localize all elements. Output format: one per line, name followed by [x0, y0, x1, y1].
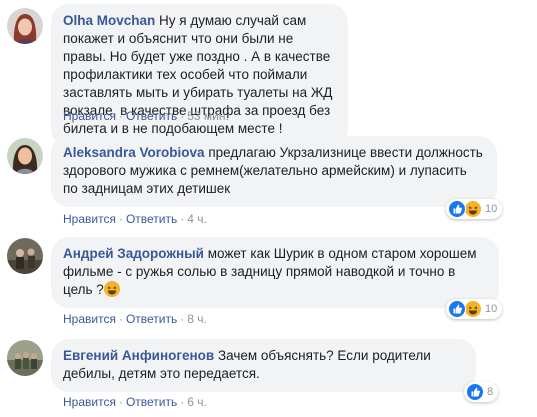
- timestamp[interactable]: 6 ч.: [187, 395, 207, 409]
- reply-link[interactable]: Ответить: [126, 395, 177, 409]
- timestamp[interactable]: 53 мин.: [187, 109, 229, 123]
- comment-bubble: Aleksandra Vorobiova предлагаю Укрзализн…: [51, 136, 497, 207]
- separator: ·: [180, 395, 185, 409]
- reactions-summary[interactable]: 10: [446, 199, 503, 219]
- avatar-image: [7, 238, 43, 274]
- separator: ·: [118, 212, 123, 226]
- avatar[interactable]: [7, 138, 43, 174]
- separator: ·: [118, 312, 123, 326]
- reply-link[interactable]: Ответить: [126, 109, 177, 123]
- reaction-count: 8: [487, 386, 494, 398]
- like-reaction-icon: [448, 300, 466, 318]
- reaction-count: 10: [485, 203, 498, 215]
- separator: ·: [180, 109, 185, 123]
- separator: ·: [118, 395, 123, 409]
- avatar-image: [7, 8, 43, 44]
- timestamp[interactable]: 8 ч.: [187, 312, 207, 326]
- separator: ·: [180, 212, 185, 226]
- comment-bubble: Olha Movchan Ну я думаю случай сам покаж…: [51, 4, 348, 147]
- like-reaction-icon: [448, 200, 466, 218]
- comment-author[interactable]: Olha Movchan: [63, 13, 155, 28]
- reply-link[interactable]: Ответить: [126, 212, 177, 226]
- separator: ·: [118, 109, 123, 123]
- comment-author[interactable]: Aleksandra Vorobiova: [63, 145, 205, 160]
- like-link[interactable]: Нравится: [63, 212, 116, 226]
- reaction-count: 10: [485, 303, 498, 315]
- reply-link[interactable]: Ответить: [126, 312, 177, 326]
- avatar[interactable]: [7, 238, 43, 274]
- comment-bubble: Евгений Анфиногенов Зачем объяснять? Есл…: [51, 339, 476, 392]
- like-link[interactable]: Нравится: [63, 109, 116, 123]
- haha-reaction-icon: [464, 200, 482, 218]
- haha-reaction-icon: [464, 300, 482, 318]
- comment-actions: Нравится · Ответить · 8 ч.: [63, 312, 207, 326]
- avatar-image: [7, 340, 43, 376]
- reactions-summary[interactable]: 10: [446, 299, 503, 319]
- comment-author[interactable]: Евгений Анфиногенов: [63, 348, 214, 363]
- comment-bubble: Андрей Задорожный может как Шурик в одно…: [51, 237, 499, 308]
- like-reaction-icon: [466, 383, 484, 401]
- reactions-summary[interactable]: 8: [464, 382, 499, 402]
- like-link[interactable]: Нравится: [63, 395, 116, 409]
- comment-actions: Нравится · Ответить · 6 ч.: [63, 395, 207, 409]
- avatar-image: [7, 138, 43, 174]
- like-link[interactable]: Нравится: [63, 312, 116, 326]
- timestamp[interactable]: 4 ч.: [187, 212, 207, 226]
- comment-actions: Нравится · Ответить · 4 ч.: [63, 212, 207, 226]
- comment-actions: Нравится · Ответить · 53 мин.: [63, 109, 229, 123]
- laughing-emoji-icon: [103, 281, 120, 297]
- separator: ·: [180, 312, 185, 326]
- comment-author[interactable]: Андрей Задорожный: [63, 246, 204, 261]
- avatar[interactable]: [7, 340, 43, 376]
- avatar[interactable]: [7, 8, 43, 44]
